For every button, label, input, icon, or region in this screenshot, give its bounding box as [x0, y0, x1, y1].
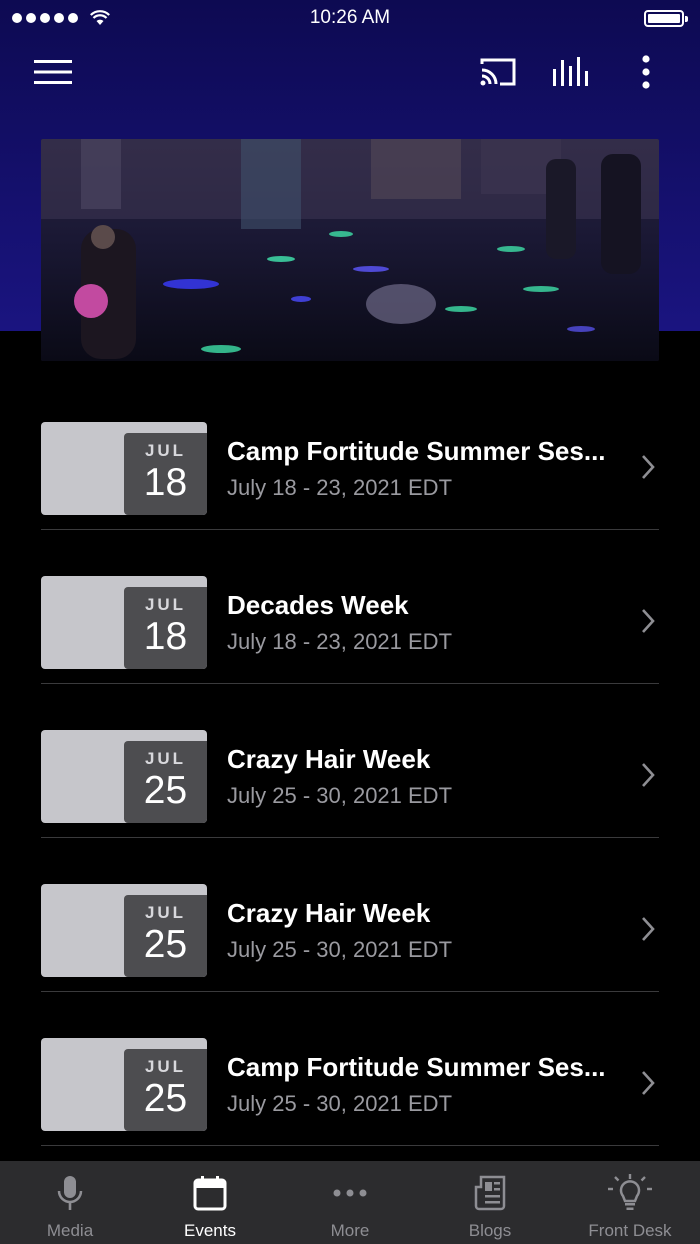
more-vertical-icon: [642, 55, 650, 89]
date-month: JUL: [144, 903, 187, 922]
event-dates: July 18 - 23, 2021 EDT: [227, 629, 453, 654]
menu-icon: [34, 60, 72, 84]
date-badge: JUL 25: [124, 741, 207, 823]
event-title: Crazy Hair Week: [227, 744, 431, 774]
tab-label: Front Desk: [588, 1221, 672, 1240]
tab-events[interactable]: Events: [140, 1161, 280, 1244]
status-bar: 10:26 AM: [0, 0, 700, 36]
chevron-right-icon: [642, 763, 655, 787]
cast-icon: [480, 58, 516, 86]
date-month: JUL: [144, 1057, 187, 1076]
newspaper-icon: [474, 1175, 506, 1211]
equalizer-button[interactable]: [548, 50, 596, 94]
dance-party-photo: [41, 139, 659, 361]
tab-blogs[interactable]: Blogs: [420, 1161, 560, 1244]
lightbulb-icon: [608, 1174, 652, 1210]
tab-front-desk[interactable]: Front Desk: [560, 1161, 700, 1244]
app-toolbar: [0, 44, 700, 100]
date-day: 18: [143, 461, 188, 504]
event-list: JUL 18 Camp Fortitude Summer Ses... July…: [0, 376, 700, 1146]
menu-button[interactable]: [29, 50, 77, 94]
chevron-right-icon: [642, 455, 655, 479]
event-dates: July 25 - 30, 2021 EDT: [227, 937, 453, 962]
tab-more[interactable]: More: [280, 1161, 420, 1244]
event-title: Crazy Hair Week: [227, 898, 431, 928]
date-month: JUL: [144, 441, 187, 460]
tab-label: Media: [46, 1221, 94, 1240]
tab-label: Events: [184, 1221, 236, 1240]
event-dates: July 18 - 23, 2021 EDT: [227, 475, 453, 500]
date-badge: JUL 18: [124, 587, 207, 669]
event-title: Camp Fortitude Summer Ses...: [227, 436, 606, 466]
chevron-right-icon: [642, 1071, 655, 1095]
date-day: 18: [143, 615, 188, 658]
equalizer-icon: [553, 57, 588, 86]
list-item[interactable]: JUL 18 Decades Week July 18 - 23, 2021 E…: [41, 530, 659, 684]
list-item[interactable]: JUL 25 Camp Fortitude Summer Ses... July…: [41, 992, 659, 1146]
tab-media[interactable]: Media: [0, 1161, 140, 1244]
chevron-right-icon: [642, 917, 655, 941]
event-dates: July 25 - 30, 2021 EDT: [227, 1091, 453, 1116]
status-time: 10:26 AM: [309, 7, 391, 28]
date-badge: JUL 25: [124, 1049, 207, 1131]
list-item[interactable]: JUL 25 Crazy Hair Week July 25 - 30, 202…: [41, 838, 659, 992]
hero-image: [41, 139, 659, 361]
event-title: Camp Fortitude Summer Ses...: [227, 1052, 606, 1082]
calendar-icon: [193, 1176, 227, 1211]
date-month: JUL: [144, 749, 187, 768]
tab-label: More: [330, 1221, 370, 1240]
event-dates: July 25 - 30, 2021 EDT: [227, 783, 453, 808]
date-badge: JUL 18: [124, 433, 207, 515]
date-day: 25: [143, 923, 188, 966]
date-badge: JUL 25: [124, 895, 207, 977]
more-options-button[interactable]: [622, 50, 670, 94]
cast-button[interactable]: [474, 50, 522, 94]
list-item[interactable]: JUL 18 Camp Fortitude Summer Ses... July…: [41, 376, 659, 530]
date-day: 25: [143, 769, 188, 812]
microphone-icon: [57, 1176, 83, 1210]
battery-icon: [644, 9, 688, 27]
event-title: Decades Week: [227, 590, 409, 620]
date-day: 25: [143, 1077, 188, 1120]
tab-bar: Media Events More Blogs Front Desk: [0, 1161, 700, 1244]
list-item[interactable]: JUL 25 Crazy Hair Week July 25 - 30, 202…: [41, 684, 659, 838]
date-month: JUL: [144, 595, 187, 614]
more-horizontal-icon: [333, 1189, 367, 1197]
tab-label: Blogs: [468, 1221, 512, 1240]
chevron-right-icon: [642, 609, 655, 633]
